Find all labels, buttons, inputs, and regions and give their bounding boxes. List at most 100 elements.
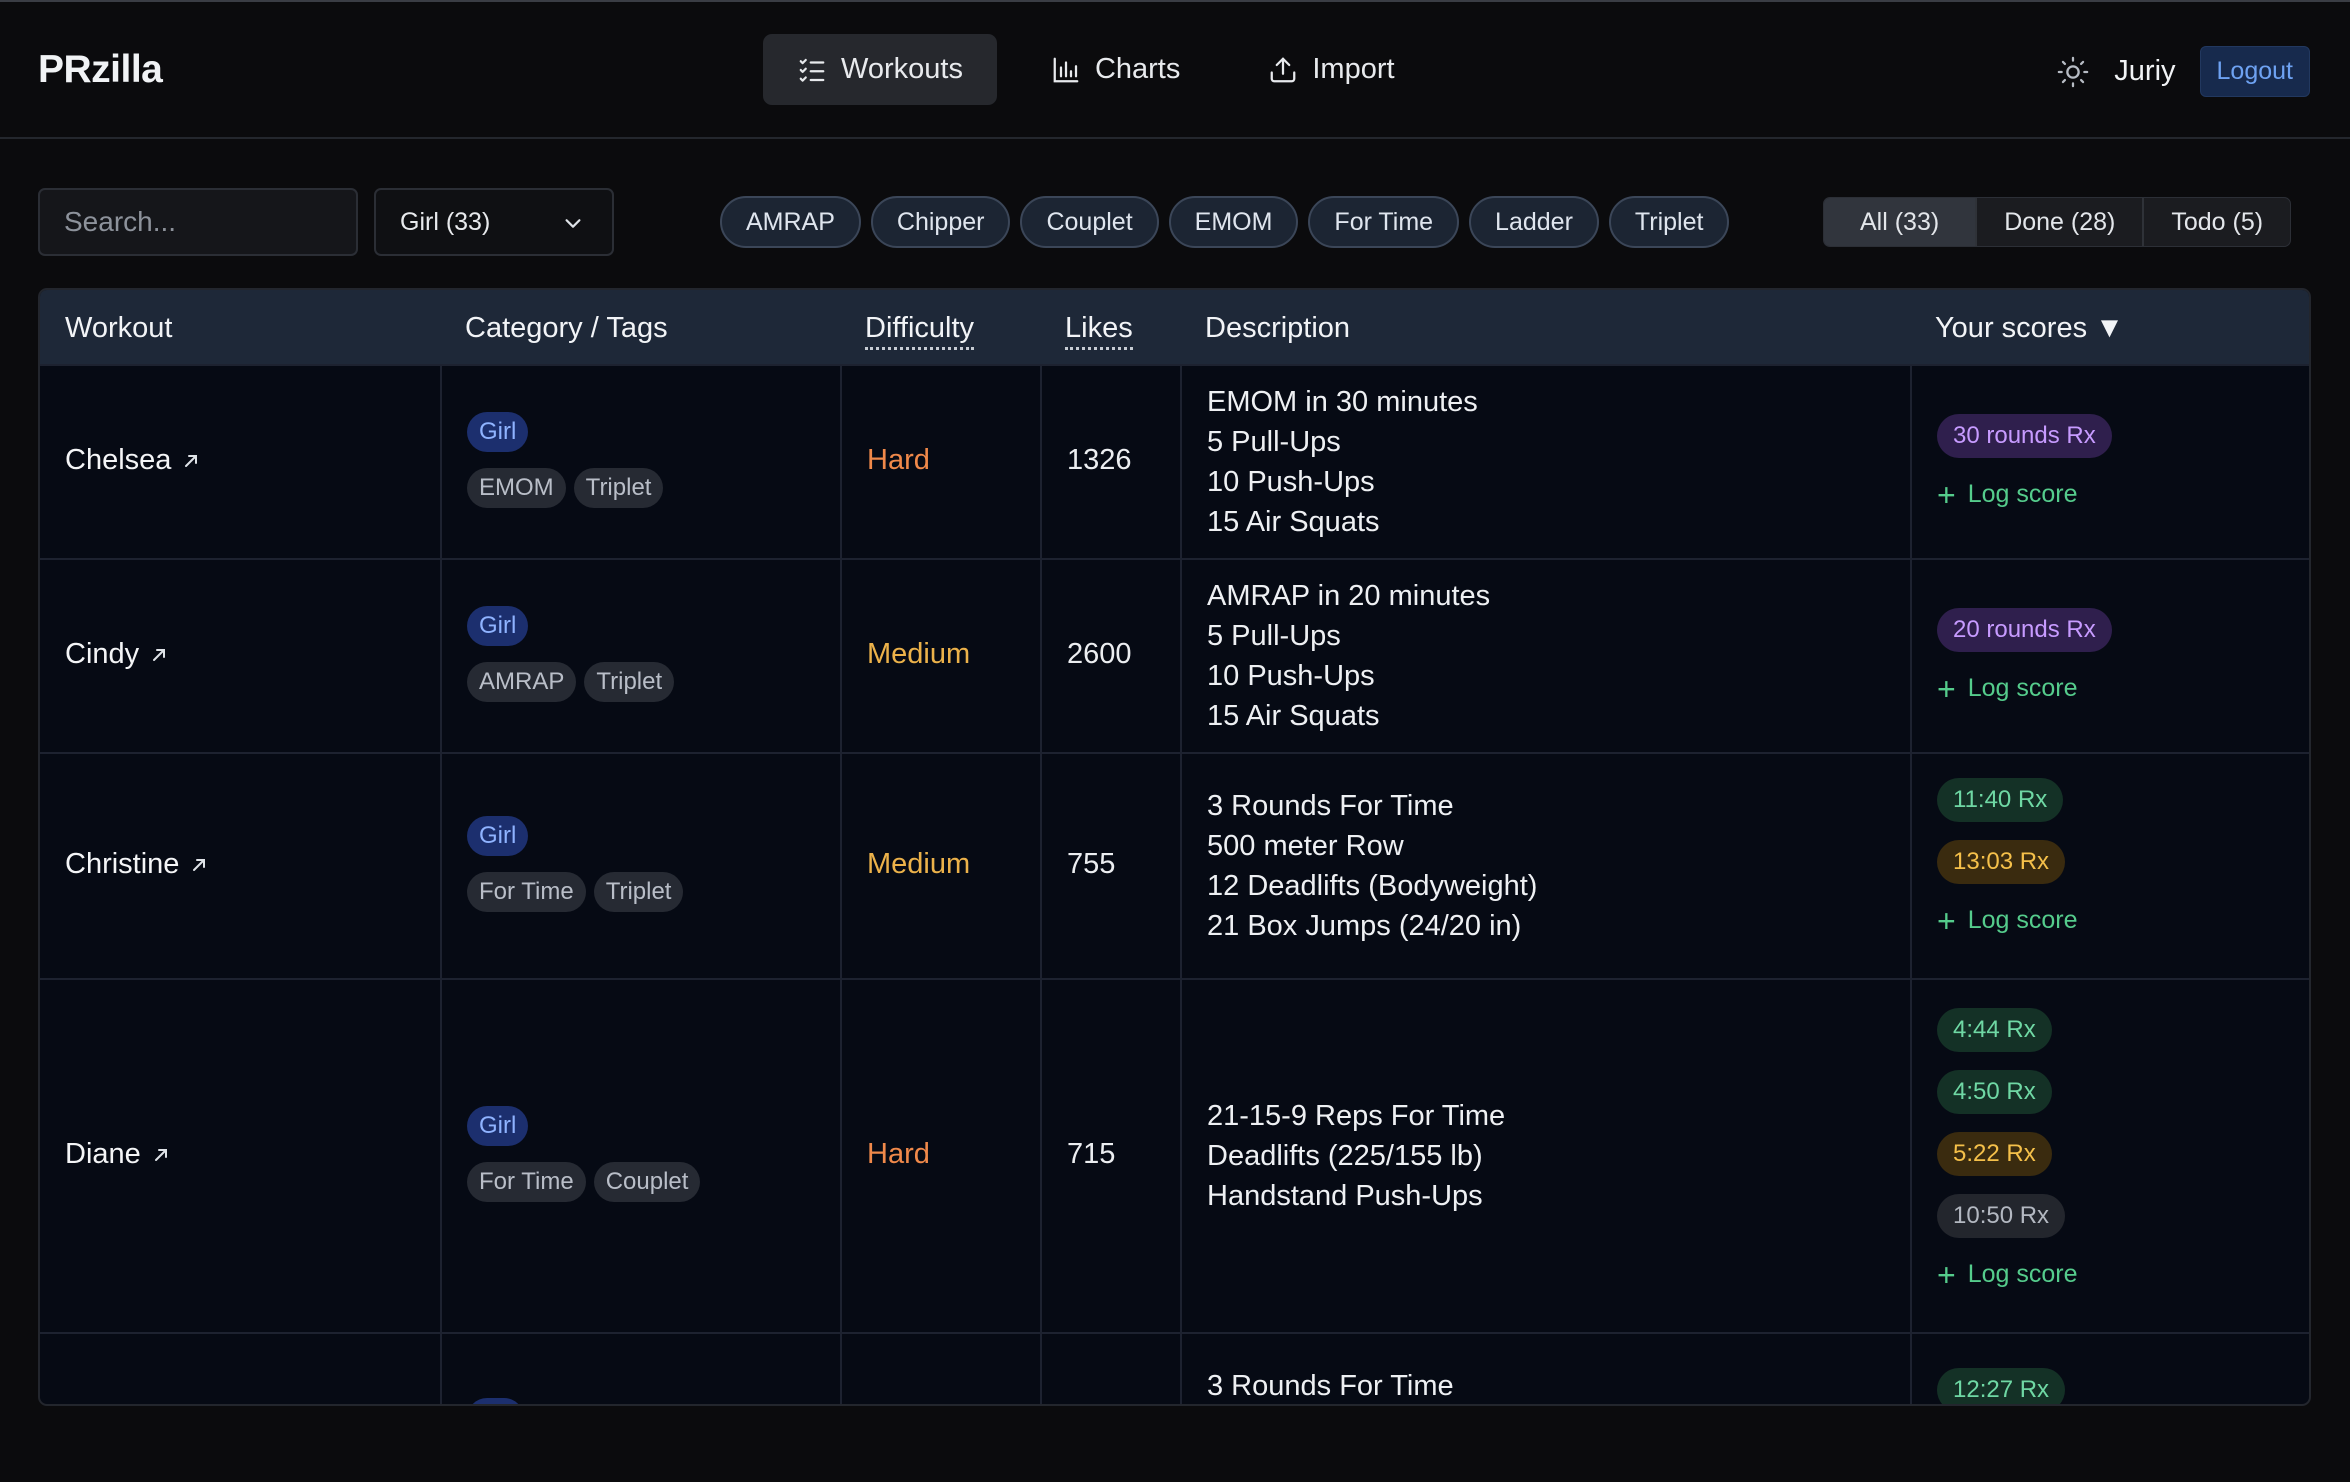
workout-name: Chelsea — [65, 444, 172, 476]
nav-import[interactable]: Import — [1234, 34, 1428, 105]
plus-icon: + — [1937, 476, 1956, 513]
tag[interactable]: EMOM — [467, 468, 566, 508]
tag-group: Girl For Time Couplet — [467, 1106, 701, 1202]
logout-button[interactable]: Logout — [2199, 46, 2310, 97]
app-header: PRzilla Workouts Charts Import Juriy Log… — [0, 2, 2350, 139]
log-score-button[interactable]: + Log score — [1937, 1256, 2078, 1293]
workout-link[interactable]: Chelsea — [65, 444, 201, 477]
difficulty-label: Medium — [867, 638, 971, 670]
score-badge[interactable]: 4:50 Rx — [1937, 1070, 2052, 1114]
col-scores[interactable]: Your scores ▼ — [1935, 312, 2124, 345]
chip-emom[interactable]: EMOM — [1168, 196, 1299, 248]
chip-amrap[interactable]: AMRAP — [720, 196, 861, 248]
table-header: Workout Category / Tags Difficulty Likes… — [40, 290, 2309, 364]
table-row: Chelsea Girl EMOM Triplet Hard 1326 EMOM… — [40, 364, 2309, 558]
nav-import-label: Import — [1312, 53, 1395, 85]
score-badge[interactable]: 20 rounds Rx — [1937, 608, 2112, 652]
nav-charts[interactable]: Charts — [1017, 34, 1214, 105]
table-row: Diane Girl For Time Couplet Hard 715 21-… — [40, 978, 2309, 1332]
tag-group: Girl EMOM Triplet — [467, 412, 664, 508]
score-list: 11:40 Rx 13:03 Rx + Log score — [1937, 778, 2078, 939]
description-line: Handstand Push-Ups — [1207, 1180, 1483, 1212]
category-select[interactable]: Girl (33) — [374, 188, 614, 256]
tag[interactable]: AMRAP — [467, 662, 577, 702]
description-line: 3 Rounds For Time — [1207, 790, 1454, 822]
workout-link[interactable]: Diane — [65, 1138, 171, 1171]
log-score-label: Log score — [1967, 1260, 2078, 1288]
log-score-label: Log score — [1967, 906, 2078, 934]
description-line: 15 Air Squats — [1207, 506, 1380, 538]
col-difficulty[interactable]: Difficulty — [865, 312, 975, 350]
category-badge[interactable]: Girl — [467, 606, 529, 646]
username: Juriy — [2114, 55, 2176, 87]
workout-description: 3 Rounds For Time — [1207, 1366, 1454, 1404]
col-description: Description — [1205, 312, 1351, 344]
external-link-icon — [193, 858, 206, 871]
log-score-button[interactable]: + Log score — [1937, 476, 2112, 513]
plus-icon: + — [1937, 1256, 1956, 1293]
status-done[interactable]: Done (28) — [1975, 198, 2142, 246]
external-link-icon — [154, 1148, 167, 1161]
workout-link[interactable]: Christine — [65, 848, 209, 881]
description-line: 500 meter Row — [1207, 830, 1404, 862]
description-line: Deadlifts (225/155 lb) — [1207, 1140, 1483, 1172]
log-score-button[interactable]: + Log score — [1937, 673, 2112, 705]
description-line: 5 Pull-Ups — [1207, 620, 1341, 652]
score-badge[interactable]: 11:40 Rx — [1937, 778, 2064, 822]
chevron-down-icon — [565, 219, 581, 228]
description-line: 21-15-9 Reps For Time — [1207, 1100, 1506, 1132]
category-badge[interactable]: Girl — [467, 816, 529, 856]
description-line: 12 Deadlifts (Bodyweight) — [1207, 870, 1538, 902]
tag[interactable]: Triplet — [573, 468, 664, 508]
description-line: EMOM in 30 minutes — [1207, 386, 1478, 418]
tag[interactable]: Triplet — [584, 662, 675, 702]
upload-icon — [1271, 57, 1296, 82]
category-badge[interactable]: ​ — [467, 1398, 525, 1404]
score-badge[interactable]: 12:27 Rx — [1937, 1368, 2066, 1404]
description-line: 15 Air Squats — [1207, 700, 1380, 732]
search-input[interactable]: Search... — [38, 188, 358, 256]
tag[interactable]: Triplet — [593, 872, 684, 912]
chip-couplet[interactable]: Couplet — [1020, 196, 1159, 248]
status-all[interactable]: All (33) — [1824, 198, 1976, 246]
score-badge[interactable]: 10:50 Rx — [1937, 1194, 2066, 1238]
col-likes[interactable]: Likes — [1065, 312, 1133, 350]
chip-chipper[interactable]: Chipper — [870, 196, 1011, 248]
workout-description: AMRAP in 20 minutes 5 Pull-Ups 10 Push-U… — [1207, 576, 1490, 736]
nav-workouts-label: Workouts — [841, 53, 963, 85]
category-badge[interactable]: Girl — [467, 1106, 529, 1146]
score-badge[interactable]: 30 rounds Rx — [1937, 414, 2112, 458]
header-user-area: Juriy Logout — [2056, 46, 2310, 97]
score-badge[interactable]: 5:22 Rx — [1937, 1132, 2052, 1176]
tag[interactable]: Couplet — [593, 1162, 701, 1202]
chip-ladder[interactable]: Ladder — [1469, 196, 1599, 248]
likes-count: 1326 — [1067, 444, 1132, 476]
workout-name: Christine — [65, 848, 180, 880]
score-badge[interactable]: 4:44 Rx — [1937, 1008, 2052, 1052]
col-category: Category / Tags — [465, 312, 668, 344]
tag-group: Girl For Time Triplet — [467, 816, 684, 912]
score-badge[interactable]: 13:03 Rx — [1937, 840, 2066, 884]
chip-for-time[interactable]: For Time — [1308, 196, 1460, 248]
workout-link[interactable]: Cindy — [65, 638, 169, 671]
tag[interactable]: For Time — [467, 1162, 586, 1202]
score-list: 4:44 Rx 4:50 Rx 5:22 Rx 10:50 Rx + Log s… — [1937, 1008, 2078, 1293]
table-row: ​ 3 Rounds For Time 12:27 Rx — [40, 1332, 2309, 1404]
chip-triplet[interactable]: Triplet — [1608, 196, 1730, 248]
tag[interactable]: For Time — [467, 872, 586, 912]
workout-description: EMOM in 30 minutes 5 Pull-Ups 10 Push-Up… — [1207, 382, 1478, 542]
log-score-button[interactable]: + Log score — [1937, 902, 2078, 939]
category-badge[interactable]: Girl — [467, 412, 529, 452]
category-select-value: Girl (33) — [400, 208, 491, 236]
plus-icon: + — [1937, 902, 1956, 939]
likes-count: 755 — [1067, 848, 1116, 880]
sun-icon[interactable] — [2056, 55, 2090, 89]
nav-workouts[interactable]: Workouts — [763, 34, 997, 105]
status-todo[interactable]: Todo (5) — [2142, 198, 2290, 246]
tag-filter-chips: AMRAP Chipper Couplet EMOM For Time Ladd… — [720, 196, 1730, 248]
tag-group: ​ — [467, 1398, 525, 1404]
likes-count: 715 — [1067, 1138, 1116, 1170]
table-row: Cindy Girl AMRAP Triplet Medium 2600 AMR… — [40, 558, 2309, 752]
description-line: 3 Rounds For Time — [1207, 1370, 1454, 1402]
app-logo[interactable]: PRzilla — [38, 48, 163, 92]
